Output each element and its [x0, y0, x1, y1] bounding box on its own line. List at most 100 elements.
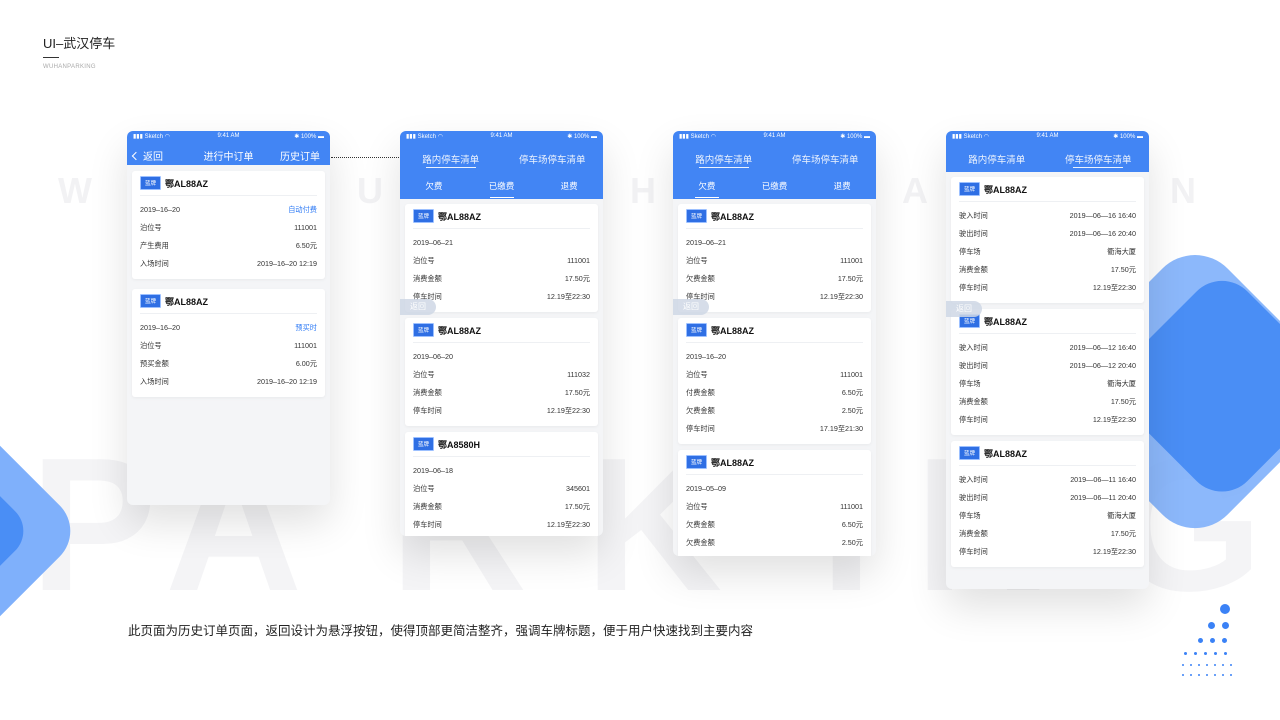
record-list: 蓝牌 鄂AL88AZ 2019–06–21 泊位号 111001 欠费金额 17.5…	[673, 199, 876, 556]
card-header: 蓝牌 鄂AL88AZ	[413, 209, 590, 229]
record-card[interactable]: 蓝牌 鄂A8580H 2019–06–18 泊位号 345601 消费金额 17.5…	[405, 432, 598, 536]
battery-indicator: ✱ 100% ▬	[1113, 134, 1143, 140]
record-date: 2019–16–20	[686, 352, 726, 361]
top-tabs: 路内停车清单 停车场停车清单	[673, 142, 876, 172]
card-header: 蓝牌 鄂AL88AZ	[959, 182, 1136, 202]
info-row: 消费金额 17.50元	[413, 274, 590, 283]
record-date: 2019–06–21	[413, 238, 453, 247]
order-list: 蓝牌 鄂AL88AZ 2019–16–20 自动付费 泊位号 111001 产生费…	[127, 165, 330, 407]
info-row: 入场时间 2019–16–20 12:19	[140, 259, 317, 268]
order-card[interactable]: 蓝牌 鄂AL88AZ 2019–16–20 自动付费 泊位号 111001 产生费…	[132, 171, 325, 279]
info-row: 消费金额 17.50元	[413, 502, 590, 511]
plate-color-badge: 蓝牌	[686, 323, 708, 337]
info-row: 泊位号 111001	[686, 370, 863, 379]
info-row: 停车时间 17.19至21:30	[686, 424, 863, 433]
plate-number: 鄂AL88AZ	[984, 184, 1028, 195]
record-list: 蓝牌 鄂AL88AZ 2019–06–21 泊位号 111001 消费金额 17.5…	[400, 199, 603, 536]
record-card[interactable]: 蓝牌 鄂AL88AZ 2019–06–21 泊位号 111001 消费金额 17.5…	[405, 204, 598, 312]
subtab-paid[interactable]: 已缴费	[741, 172, 809, 199]
info-row: 产生费用 6.50元	[140, 241, 317, 250]
plate-number: 鄂AL88AZ	[165, 296, 209, 307]
tab-street-parking[interactable]: 路内停车清单	[946, 142, 1048, 172]
plate-color-badge: 蓝牌	[140, 294, 162, 308]
plate-color-badge: 蓝牌	[686, 455, 708, 469]
record-card[interactable]: 蓝牌 鄂AL88AZ 2019–06–21 泊位号 111001 欠费金额 17.5…	[678, 204, 871, 312]
info-row: 驶出时间 2019—06—11 20:40	[959, 493, 1136, 502]
plate-number: 鄂AL88AZ	[711, 211, 755, 222]
info-row: 停车时间 12.19至22:30	[413, 520, 590, 529]
subtab-arrears[interactable]: 欠费	[673, 172, 741, 199]
record-date: 2019–05–09	[686, 484, 726, 493]
tab-street-parking[interactable]: 路内停车清单	[400, 142, 502, 172]
record-card[interactable]: 蓝牌 鄂AL88AZ 驶入时间 2019—06—12 16:40 驶出时间 2019…	[951, 309, 1144, 435]
info-row: 消费金额 17.50元	[959, 265, 1136, 274]
record-card[interactable]: 蓝牌 鄂AL88AZ 2019–06–20 泊位号 111032 消费金额 17.5…	[405, 318, 598, 426]
plate-number: 鄂AL88AZ	[984, 448, 1028, 459]
info-row: 驶出时间 2019—06—16 20:40	[959, 229, 1136, 238]
info-row: 驶出时间 2019—06—12 20:40	[959, 361, 1136, 370]
subtab-refund[interactable]: 退费	[535, 172, 603, 199]
card-header: 蓝牌 鄂AL88AZ	[686, 323, 863, 343]
brand-header: UI–武汉停车 WUHANPARKING	[43, 33, 115, 70]
info-row: 驶入时间 2019—06—12 16:40	[959, 343, 1136, 352]
record-date: 2019–06–21	[686, 238, 726, 247]
tab-street-parking[interactable]: 路内停车清单	[673, 142, 775, 172]
tab-lot-parking[interactable]: 停车场停车清单	[502, 142, 604, 172]
info-row: 消费金额 17.50元	[959, 529, 1136, 538]
tab-lot-parking[interactable]: 停车场停车清单	[1048, 142, 1150, 172]
info-row: 欠费金额 2.50元	[686, 406, 863, 415]
floating-back-button[interactable]: 返回	[400, 299, 436, 315]
phone-arrears-list: ▮▮▮ Sketch ◠ 9:41 AM ✱ 100% ▬ 路内停车清单 停车场…	[673, 131, 876, 556]
info-row: 停车时间 12.19至22:30	[959, 283, 1136, 292]
phone-lot-parking-list: ▮▮▮ Sketch ◠ 9:41 AM ✱ 100% ▬ 路内停车清单 停车场…	[946, 131, 1149, 589]
info-row: 停车场 衢海大厦	[959, 247, 1136, 256]
brand-subtitle: WUHANPARKING	[43, 64, 96, 70]
order-status: 预买时	[295, 323, 317, 332]
card-header: 蓝牌 鄂AL88AZ	[686, 209, 863, 229]
subtab-refund[interactable]: 退费	[808, 172, 876, 199]
info-row: 消费金额 17.50元	[413, 388, 590, 397]
order-card[interactable]: 蓝牌 鄂AL88AZ 2019–16–20 预买时 泊位号 111001 预买金额…	[132, 289, 325, 397]
record-card[interactable]: 蓝牌 鄂AL88AZ 驶入时间 2019—06—16 16:40 驶出时间 2019…	[951, 177, 1144, 303]
record-date: 2019–06–20	[413, 352, 453, 361]
record-card[interactable]: 蓝牌 鄂AL88AZ 驶入时间 2019—06—11 16:40 驶出时间 2019…	[951, 441, 1144, 567]
card-header: 蓝牌 鄂AL88AZ	[140, 294, 317, 314]
floating-back-button[interactable]: 返回	[673, 299, 709, 315]
history-orders-button[interactable]: 历史订单	[280, 148, 320, 163]
record-card[interactable]: 蓝牌 鄂AL88AZ 2019–05–09 泊位号 111001 欠费金额 6.50…	[678, 450, 871, 556]
plate-color-badge: 蓝牌	[413, 323, 435, 337]
order-date-row: 2019–16–20 预买时	[140, 319, 317, 337]
plate-number: 鄂AL88AZ	[984, 316, 1028, 327]
info-row: 付费金额 6.50元	[686, 388, 863, 397]
connector-line	[331, 157, 401, 158]
info-row: 驶入时间 2019—06—16 16:40	[959, 211, 1136, 220]
plate-number: 鄂AL88AZ	[438, 211, 482, 222]
info-row: 泊位号 345601	[413, 484, 590, 493]
card-header: 蓝牌 鄂AL88AZ	[413, 323, 590, 343]
record-list: 蓝牌 鄂AL88AZ 驶入时间 2019—06—16 16:40 驶出时间 2019…	[946, 172, 1149, 577]
info-row: 停车时间 12.19至22:30	[959, 415, 1136, 424]
bg-letter: A	[902, 170, 928, 211]
subtab-arrears[interactable]: 欠费	[400, 172, 468, 199]
tab-lot-parking[interactable]: 停车场停车清单	[775, 142, 877, 172]
subtab-paid[interactable]: 已缴费	[468, 172, 536, 199]
phone-paid-list: ▮▮▮ Sketch ◠ 9:41 AM ✱ 100% ▬ 路内停车清单 停车场…	[400, 131, 603, 536]
floating-back-button[interactable]: 返回	[946, 301, 982, 317]
battery-indicator: ✱ 100% ▬	[840, 134, 870, 140]
status-bar: ▮▮▮ Sketch ◠ 9:41 AM ✱ 100% ▬	[946, 131, 1149, 142]
card-header: 蓝牌 鄂AL88AZ	[686, 455, 863, 475]
battery-indicator: ✱ 100% ▬	[567, 134, 597, 140]
plate-number: 鄂AL88AZ	[711, 457, 755, 468]
card-header: 蓝牌 鄂AL88AZ	[140, 176, 317, 196]
bg-letter: W	[58, 170, 92, 211]
info-row: 欠费金额 6.50元	[686, 520, 863, 529]
info-row: 预买金额 6.00元	[140, 359, 317, 368]
bg-letter: U	[357, 170, 383, 211]
info-row: 入场时间 2019–16–20 12:19	[140, 377, 317, 386]
info-row: 泊位号 111001	[140, 223, 317, 232]
record-date: 2019–06–18	[413, 466, 453, 475]
info-row: 泊位号 111001	[413, 256, 590, 265]
top-tabs: 路内停车清单 停车场停车清单	[400, 142, 603, 172]
nav-bar: 返回 进行中订单 历史订单	[127, 142, 330, 165]
record-card[interactable]: 蓝牌 鄂AL88AZ 2019–16–20 泊位号 111001 付费金额 6.50…	[678, 318, 871, 444]
